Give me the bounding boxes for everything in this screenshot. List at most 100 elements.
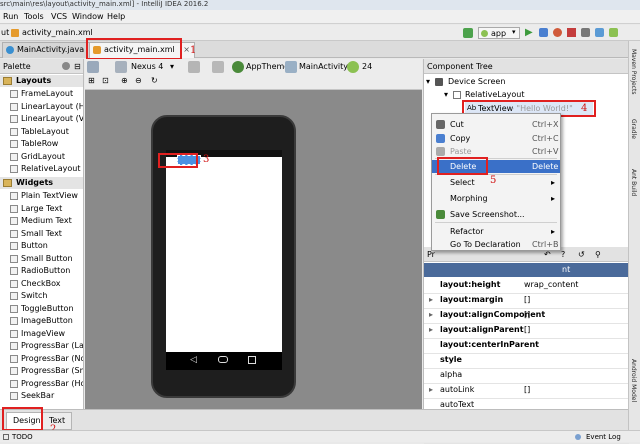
breadcrumb-prefix[interactable]: ut bbox=[1, 28, 9, 37]
widget-icon bbox=[10, 115, 18, 123]
property-value[interactable]: [] bbox=[524, 382, 530, 398]
context-menu-item[interactable]: Save Screenshot... bbox=[432, 208, 560, 221]
event-log-tab[interactable]: Event Log bbox=[586, 431, 621, 443]
palette-widget-item[interactable]: CheckBox bbox=[0, 278, 83, 290]
palette-group-widgets[interactable]: Widgets bbox=[0, 177, 83, 189]
palette-layout-item[interactable]: LinearLayout (Vertical) bbox=[0, 113, 83, 125]
run-config-select[interactable]: app ▾ bbox=[478, 27, 520, 39]
help-icon[interactable]: ? bbox=[561, 247, 565, 262]
sync-icon[interactable] bbox=[581, 28, 590, 37]
filter-icon[interactable]: ⚲ bbox=[595, 247, 601, 262]
expand-icon[interactable]: ▸ bbox=[429, 322, 433, 338]
palette-layout-item[interactable]: RelativeLayout bbox=[0, 163, 83, 175]
palette-widget-item[interactable]: ImageView bbox=[0, 328, 83, 340]
palette-widget-item[interactable]: Small Text bbox=[0, 228, 83, 240]
property-value[interactable]: wrap_content bbox=[524, 277, 578, 293]
activity-select[interactable]: MainActivity bbox=[299, 61, 348, 73]
palette-widget-item[interactable]: Medium Text bbox=[0, 215, 83, 227]
menu-run[interactable]: Run bbox=[3, 12, 18, 21]
sdk-manager-icon[interactable] bbox=[609, 28, 618, 37]
stop-icon[interactable] bbox=[567, 28, 576, 37]
zoom-out-icon[interactable]: ⊖ bbox=[135, 75, 142, 87]
property-value[interactable]: [] bbox=[524, 322, 530, 338]
java-class-icon bbox=[6, 46, 14, 54]
tree-item-device-screen[interactable]: Device Screen bbox=[448, 76, 505, 88]
expand-icon[interactable]: ▸ bbox=[429, 292, 433, 308]
zoom-actual-icon[interactable]: ⊡ bbox=[102, 75, 109, 87]
revert-icon[interactable]: ↺ bbox=[578, 247, 585, 262]
device-screen[interactable]: ◁ bbox=[166, 150, 282, 370]
palette-widget-item[interactable]: Switch bbox=[0, 290, 83, 302]
close-icon[interactable]: × bbox=[183, 43, 190, 57]
palette-widget-item[interactable]: ProgressBar (Normal) bbox=[0, 353, 83, 365]
menu-item-label: Morphing bbox=[450, 194, 488, 203]
tree-expand-icon[interactable]: ▾ bbox=[426, 76, 430, 88]
coverage-icon[interactable] bbox=[553, 28, 562, 37]
context-menu-item[interactable]: Morphing ▸ bbox=[432, 192, 560, 205]
menu-vcs[interactable]: VCS bbox=[51, 12, 67, 21]
android-api-icon[interactable] bbox=[347, 61, 359, 73]
theme-icon[interactable] bbox=[232, 61, 244, 73]
window-title: src\main\res\layout\activity_main.xml] -… bbox=[0, 0, 209, 8]
make-project-icon[interactable] bbox=[463, 28, 473, 38]
annotation-4: 4 bbox=[581, 103, 588, 114]
theme-select[interactable]: AppTheme bbox=[246, 61, 289, 73]
palette-item-label: CheckBox bbox=[21, 278, 61, 288]
palette-widget-item[interactable]: RadioButton bbox=[0, 265, 83, 277]
widget-icon bbox=[10, 392, 18, 400]
gradle-tab[interactable]: Gradle bbox=[630, 119, 637, 139]
tree-expand-icon[interactable]: ▾ bbox=[444, 89, 448, 101]
avd-manager-icon[interactable] bbox=[595, 28, 604, 37]
todo-tab[interactable]: TODO bbox=[12, 431, 33, 443]
expand-icon[interactable]: ▸ bbox=[429, 307, 433, 323]
android-model-tab[interactable]: Android Model bbox=[630, 359, 637, 402]
palette-widget-item[interactable]: Small Button bbox=[0, 253, 83, 265]
tab-text[interactable]: Text bbox=[42, 412, 73, 430]
orientation-icon[interactable] bbox=[188, 61, 200, 73]
zoom-fit-icon[interactable]: ⊞ bbox=[88, 75, 95, 87]
palette-widget-item[interactable]: Large Text bbox=[0, 203, 83, 215]
context-menu-item[interactable]: Copy Ctrl+C bbox=[432, 132, 560, 145]
palette-group-layouts[interactable]: Layouts bbox=[0, 75, 83, 87]
context-menu-item[interactable]: Refactor ▸ bbox=[432, 225, 560, 238]
activity-icon[interactable] bbox=[285, 61, 297, 73]
property-value[interactable]: [] bbox=[524, 307, 530, 323]
palette-layout-item[interactable]: FrameLayout bbox=[0, 88, 83, 100]
refresh-icon[interactable]: ↻ bbox=[151, 75, 158, 87]
device-icon[interactable] bbox=[115, 61, 127, 73]
palette-layout-item[interactable]: TableRow bbox=[0, 138, 83, 150]
palette-widget-item[interactable]: SeekBar bbox=[0, 390, 83, 402]
palette-widget-item[interactable]: Button bbox=[0, 240, 83, 252]
palette-widget-item[interactable]: ImageButton bbox=[0, 315, 83, 327]
palette-widget-item[interactable]: Plain TextView bbox=[0, 190, 83, 202]
palette-widget-item[interactable]: ToggleButton bbox=[0, 303, 83, 315]
context-menu-item[interactable]: Cut Ctrl+X bbox=[432, 118, 560, 131]
menu-item-icon bbox=[436, 134, 445, 143]
layout-variants-icon[interactable] bbox=[87, 61, 99, 73]
api-select[interactable]: 24 bbox=[362, 61, 372, 73]
palette-layout-item[interactable]: LinearLayout (Horizontal) bbox=[0, 101, 83, 113]
debug-icon[interactable] bbox=[539, 28, 548, 37]
palette-widget-item[interactable]: ProgressBar (Large) bbox=[0, 340, 83, 352]
hide-icon[interactable]: ⊟ bbox=[74, 59, 81, 74]
device-select[interactable]: Nexus 4 bbox=[131, 61, 163, 73]
menu-tools[interactable]: Tools bbox=[24, 12, 44, 21]
menu-window[interactable]: Window bbox=[72, 12, 104, 21]
palette-layout-item[interactable]: TableLayout bbox=[0, 126, 83, 138]
ant-build-tab[interactable]: Ant Build bbox=[630, 169, 637, 196]
menu-help[interactable]: Help bbox=[107, 12, 125, 21]
zoom-in-icon[interactable]: ⊕ bbox=[121, 75, 128, 87]
layout-designer[interactable]: Nexus 4 ▾ AppTheme MainActivity 24 ⊞ ⊡ ⊕… bbox=[85, 59, 422, 409]
expand-icon[interactable]: ▸ bbox=[429, 382, 433, 398]
run-icon[interactable]: ▶ bbox=[525, 27, 533, 38]
context-menu-item[interactable]: Go To Declaration Ctrl+B bbox=[432, 238, 560, 251]
gear-icon[interactable] bbox=[62, 62, 70, 70]
palette-widget-item[interactable]: ProgressBar (Horizontal) bbox=[0, 378, 83, 390]
config-icon[interactable] bbox=[212, 61, 224, 73]
palette-layout-item[interactable]: GridLayout bbox=[0, 151, 83, 163]
breadcrumb-file[interactable]: activity_main.xml bbox=[22, 28, 93, 37]
property-value[interactable]: [] bbox=[524, 292, 530, 308]
title-bar: src\main\res\layout\activity_main.xml] -… bbox=[0, 0, 640, 10]
maven-projects-tab[interactable]: Maven Projects bbox=[630, 49, 637, 94]
palette-widget-item[interactable]: ProgressBar (Small) bbox=[0, 365, 83, 377]
